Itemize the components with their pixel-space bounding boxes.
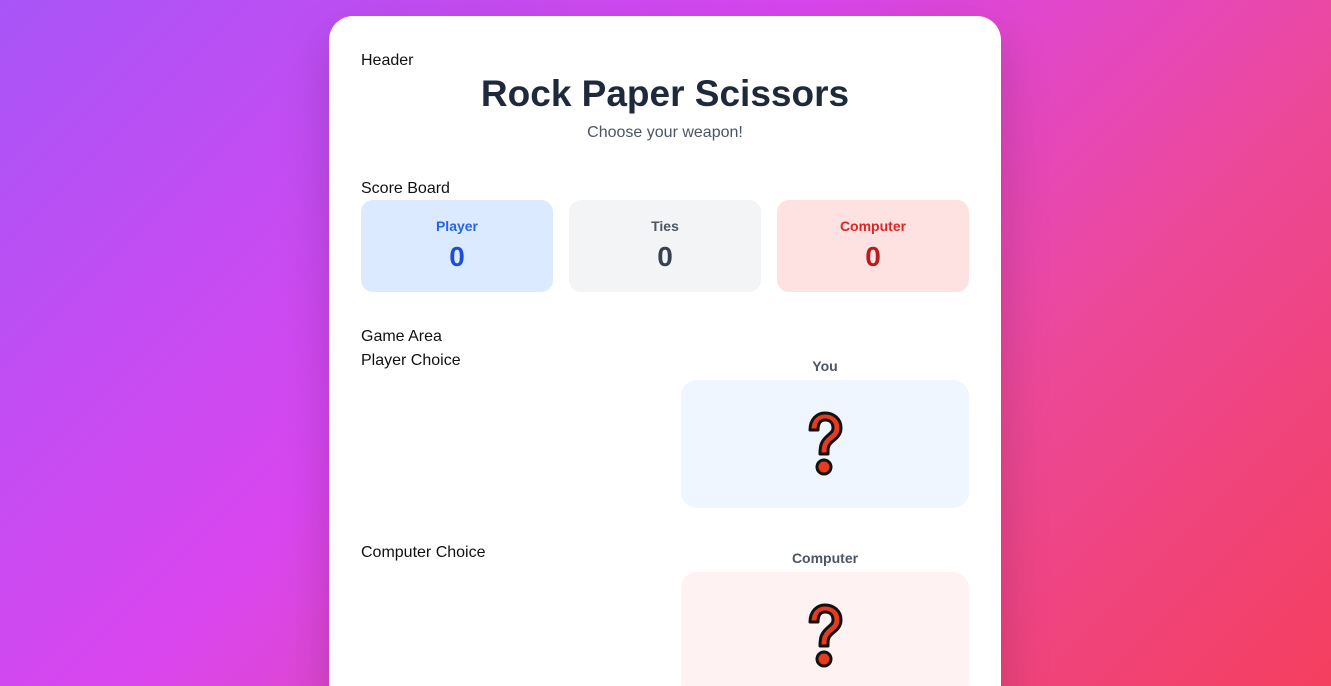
computer-choice-title: Computer: [791, 550, 859, 566]
ties-score-card: Ties 0: [569, 200, 761, 292]
player-choice-section-label: Player Choice: [361, 352, 461, 369]
page-title: Rock Paper Scissors: [480, 73, 850, 114]
player-choice-title: You: [812, 358, 838, 374]
player-score-value: 0: [449, 241, 465, 272]
computer-score-value: 0: [865, 241, 881, 272]
question-mark-icon: [808, 411, 843, 476]
question-mark-icon: [808, 603, 843, 668]
computer-choice-section-label: Computer Choice: [361, 544, 486, 561]
ties-score-label: Ties: [651, 218, 679, 234]
player-score-label: Player: [435, 218, 479, 234]
game-card: Header Rock Paper Scissors Choose your w…: [329, 16, 1001, 686]
ties-score-value: 0: [657, 241, 673, 272]
scoreboard: Player 0 Ties 0 Computer 0: [361, 200, 969, 292]
scoreboard-section-label: Score Board: [361, 180, 450, 197]
player-choice-display: [681, 380, 969, 508]
page-subtitle: Choose your weapon!: [587, 124, 743, 141]
computer-choice-display: [681, 572, 969, 686]
computer-score-card: Computer 0: [777, 200, 969, 292]
game-area-section-label: Game Area: [361, 328, 442, 345]
computer-score-label: Computer: [839, 218, 907, 234]
header-section-label: Header: [361, 52, 414, 69]
player-score-card: Player 0: [361, 200, 553, 292]
